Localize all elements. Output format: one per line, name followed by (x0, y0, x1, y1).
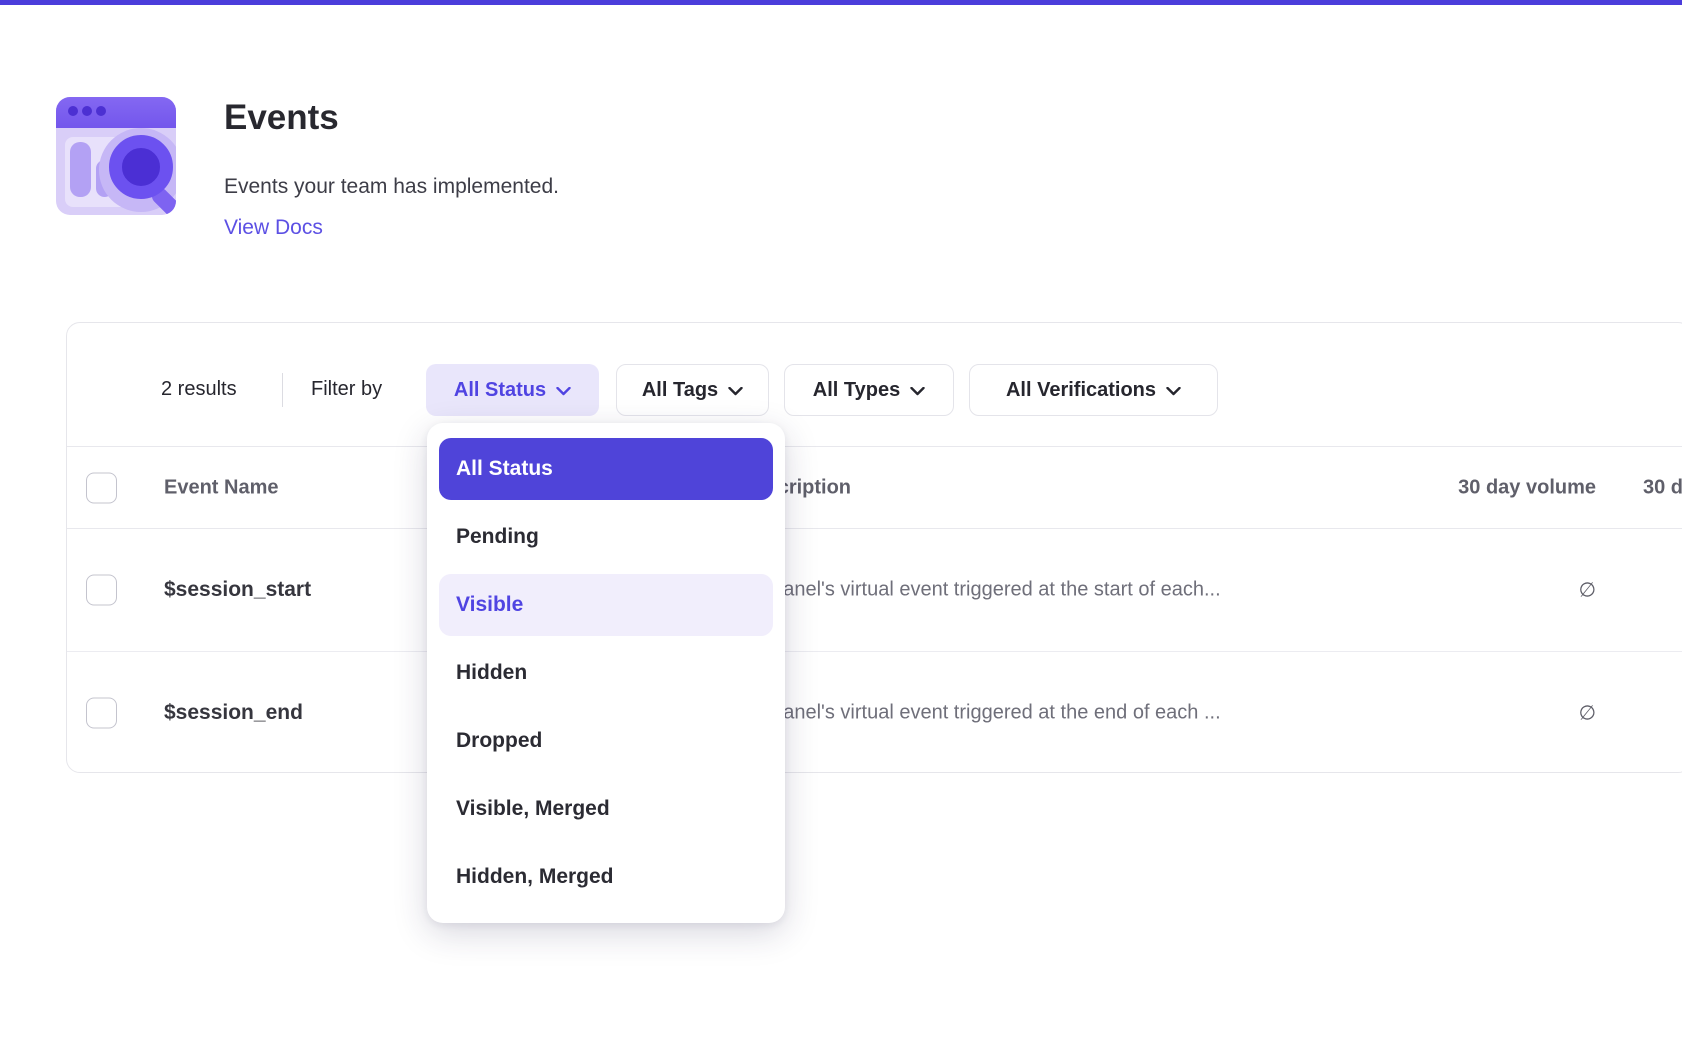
window-dot (82, 106, 92, 116)
page-subtitle: Events your team has implemented. (224, 175, 559, 199)
status-dropdown-menu: All Status Pending Visible Hidden Droppe… (427, 423, 785, 923)
event-description: Mixpanel's virtual event triggered at th… (741, 579, 1221, 602)
chevron-down-icon (556, 379, 571, 402)
verifications-filter-label: All Verifications (1006, 379, 1156, 402)
column-header-event-name: Event Name (164, 476, 279, 499)
event-name: $session_start (164, 578, 311, 602)
chevron-down-icon (1166, 379, 1181, 402)
window-dot (68, 106, 78, 116)
status-filter-button[interactable]: All Status (426, 364, 599, 416)
dropdown-item-visible-merged[interactable]: Visible, Merged (439, 778, 773, 840)
view-docs-link[interactable]: View Docs (224, 216, 323, 240)
bar-chart-icon (70, 142, 91, 197)
events-app-icon (56, 97, 176, 215)
column-header-30-day-clipped: 30 d (1643, 476, 1682, 499)
divider (282, 373, 283, 407)
tags-filter-button[interactable]: All Tags (616, 364, 769, 416)
types-filter-label: All Types (813, 379, 900, 402)
results-count: 2 results (161, 378, 237, 401)
events-card: 2 results Filter by All Status All Tags … (66, 322, 1682, 773)
select-all-checkbox[interactable] (86, 472, 117, 503)
dropdown-item-dropped[interactable]: Dropped (439, 710, 773, 772)
dropdown-item-visible[interactable]: Visible (439, 574, 773, 636)
event-30-day-volume: ∅ (1579, 700, 1596, 725)
table-row[interactable]: $session_end Mixpanel's virtual event tr… (67, 651, 1682, 773)
column-header-30-day-volume: 30 day volume (1458, 476, 1596, 499)
filter-by-label: Filter by (311, 378, 382, 401)
magnifier-icon (109, 135, 173, 199)
verifications-filter-button[interactable]: All Verifications (969, 364, 1218, 416)
event-description: Mixpanel's virtual event triggered at th… (741, 701, 1221, 724)
event-30-day-volume: ∅ (1579, 578, 1596, 603)
table-header-row: Event Name Description 30 day volume 30 … (67, 446, 1682, 529)
window-dot (96, 106, 106, 116)
table-row[interactable]: $session_start Mixpanel's virtual event … (67, 529, 1682, 651)
status-filter-label: All Status (454, 379, 546, 402)
types-filter-button[interactable]: All Types (784, 364, 954, 416)
dropdown-item-hidden[interactable]: Hidden (439, 642, 773, 704)
event-name: $session_end (164, 701, 303, 725)
dropdown-item-pending[interactable]: Pending (439, 506, 773, 568)
tags-filter-label: All Tags (642, 379, 718, 402)
chevron-down-icon (728, 379, 743, 402)
row-checkbox[interactable] (86, 575, 117, 606)
top-brand-bar (0, 0, 1682, 5)
row-checkbox[interactable] (86, 697, 117, 728)
dropdown-item-all-status[interactable]: All Status (439, 438, 773, 500)
dropdown-item-hidden-merged[interactable]: Hidden, Merged (439, 846, 773, 908)
chevron-down-icon (910, 379, 925, 402)
page-title: Events (224, 98, 339, 138)
